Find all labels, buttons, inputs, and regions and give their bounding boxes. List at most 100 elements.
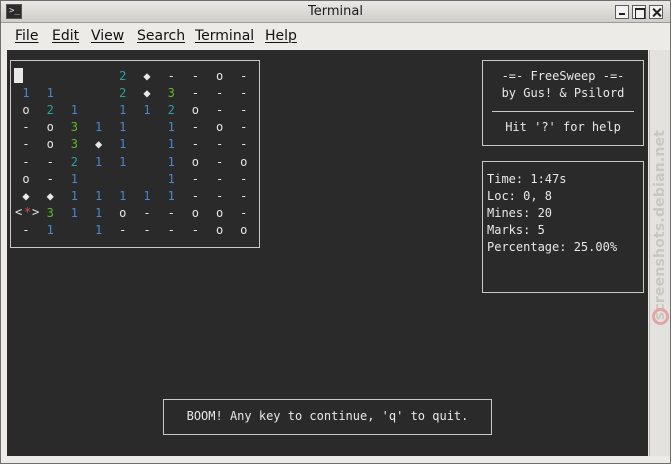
board-cell[interactable]: -	[232, 68, 256, 85]
board-cell[interactable]	[62, 85, 86, 102]
board-cell[interactable]: 1	[87, 222, 111, 239]
menu-file[interactable]: File	[15, 28, 38, 44]
board-cell[interactable]: -	[208, 154, 232, 171]
board-cell[interactable]: -	[111, 222, 135, 239]
board-cell[interactable]: -	[183, 171, 207, 188]
board-cell[interactable]: 1	[135, 102, 159, 119]
board-cell[interactable]	[135, 119, 159, 136]
board-cell[interactable]	[87, 102, 111, 119]
board-cell[interactable]: o	[208, 119, 232, 136]
board-cell[interactable]: 1	[159, 119, 183, 136]
board-cell[interactable]: -	[14, 119, 38, 136]
board-cell[interactable]	[87, 68, 111, 85]
board-cell[interactable]: -	[38, 171, 62, 188]
menu-view[interactable]: View	[91, 28, 124, 44]
board-cell[interactable]	[87, 171, 111, 188]
board-cell[interactable]: -	[232, 205, 256, 222]
board-cell[interactable]: o	[14, 171, 38, 188]
mine-icon[interactable]: ◆	[135, 68, 159, 85]
menu-help[interactable]: Help	[265, 28, 297, 44]
board-cell[interactable]: -	[183, 136, 207, 153]
board-cell[interactable]: -	[232, 102, 256, 119]
board-cell[interactable]: -	[208, 85, 232, 102]
board-cell[interactable]: 1	[111, 102, 135, 119]
board-cell[interactable]: 2	[38, 102, 62, 119]
board-cell[interactable]: 1	[159, 136, 183, 153]
board-cell[interactable]: -	[232, 119, 256, 136]
board-cell[interactable]: -	[232, 171, 256, 188]
board-cell[interactable]: -	[14, 136, 38, 153]
board-cell[interactable]: 2	[62, 154, 86, 171]
board-cell[interactable]: 2	[111, 68, 135, 85]
board-cell[interactable]: 1	[62, 102, 86, 119]
board-cell[interactable]: o	[14, 102, 38, 119]
title-bar[interactable]: >_ Terminal	[1, 1, 670, 23]
board-cell[interactable]: -	[183, 188, 207, 205]
board-cell[interactable]: 3	[62, 119, 86, 136]
board-cell[interactable]: 1	[38, 85, 62, 102]
board-cell[interactable]: -	[208, 102, 232, 119]
mine-icon[interactable]: ◆	[14, 188, 38, 205]
board-cell[interactable]: 1	[62, 171, 86, 188]
board-cell[interactable]: 1	[87, 154, 111, 171]
board-cell[interactable]: o	[38, 136, 62, 153]
menu-terminal[interactable]: Terminal	[195, 28, 254, 44]
board-cell[interactable]: -	[135, 205, 159, 222]
board-cell[interactable]: 1	[159, 188, 183, 205]
maximize-button[interactable]	[632, 5, 646, 19]
close-button[interactable]	[649, 5, 663, 19]
board-cell[interactable]: -	[159, 68, 183, 85]
board-cell[interactable]: o	[208, 205, 232, 222]
board-cell[interactable]: o	[183, 154, 207, 171]
board-cell[interactable]: 1	[38, 222, 62, 239]
board-cell[interactable]: -	[232, 188, 256, 205]
game-board[interactable]: 2 ◆ - - o -1 1 2 ◆ 3- - - o 2 1 1 1 2 o - - - o 3 1 1 1- o - - o 3 ◆ 1 1- -…	[10, 60, 260, 248]
board-cell[interactable]: 1	[62, 205, 86, 222]
board-cell[interactable]: 1	[135, 188, 159, 205]
board-cell[interactable]	[135, 136, 159, 153]
board-cell[interactable]: -	[208, 171, 232, 188]
board-cell[interactable]: -	[183, 222, 207, 239]
mine-icon[interactable]: ◆	[38, 188, 62, 205]
board-cell[interactable]: 1	[111, 119, 135, 136]
board-cell[interactable]: o	[208, 68, 232, 85]
mine-icon[interactable]: ◆	[87, 136, 111, 153]
board-cell[interactable]: -	[14, 222, 38, 239]
board-cell[interactable]: o	[111, 205, 135, 222]
board-cell[interactable]: -	[135, 222, 159, 239]
board-cell[interactable]: -	[208, 136, 232, 153]
board-cell[interactable]	[62, 222, 86, 239]
minimize-button[interactable]	[615, 5, 629, 19]
board-cell[interactable]: 1	[62, 188, 86, 205]
board-cell[interactable]: 3	[159, 85, 183, 102]
board-cell[interactable]: 1	[159, 171, 183, 188]
board-cell[interactable]	[135, 171, 159, 188]
board-cell[interactable]: -	[183, 85, 207, 102]
board-cell[interactable]	[135, 154, 159, 171]
board-cell[interactable]: o	[232, 222, 256, 239]
board-cell[interactable]: -	[232, 136, 256, 153]
board-cell[interactable]	[62, 68, 86, 85]
board-cell[interactable]: 1	[87, 119, 111, 136]
board-cell[interactable]: 2	[159, 102, 183, 119]
mine-icon[interactable]: ◆	[135, 85, 159, 102]
board-cell[interactable]: -	[159, 222, 183, 239]
board-cell[interactable]: 3	[62, 136, 86, 153]
board-cell[interactable]: -	[183, 68, 207, 85]
board-cell[interactable]: 1	[111, 136, 135, 153]
board-cell[interactable]: -	[208, 188, 232, 205]
board-cell[interactable]: 1	[159, 154, 183, 171]
board-cell[interactable]: 1	[111, 154, 135, 171]
board-cell[interactable]: o	[183, 205, 207, 222]
board-cell[interactable]: 2	[111, 85, 135, 102]
menu-search[interactable]: Search	[137, 28, 185, 44]
board-cell[interactable]: -	[14, 154, 38, 171]
menu-edit[interactable]: Edit	[52, 28, 79, 44]
board-cell[interactable]: o	[232, 154, 256, 171]
board-cell[interactable]: -	[38, 154, 62, 171]
board-cell[interactable]: o	[38, 119, 62, 136]
board-cell[interactable]: 1	[87, 188, 111, 205]
board-cell[interactable]	[87, 85, 111, 102]
board-cell[interactable]: 1	[111, 188, 135, 205]
board-cell[interactable]	[38, 68, 62, 85]
